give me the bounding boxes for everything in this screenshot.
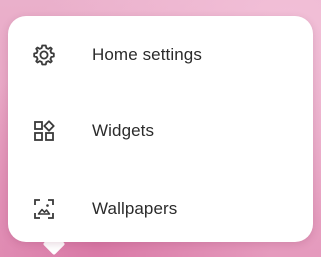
menu-item-wallpapers[interactable]: Wallpapers	[8, 177, 313, 241]
menu-item-widgets[interactable]: Widgets	[8, 99, 313, 163]
menu-item-label: Home settings	[92, 45, 202, 64]
popup-menu: Home settings Widgets Wallpapers	[8, 16, 313, 242]
gear-icon	[30, 41, 58, 69]
menu-item-label: Wallpapers	[92, 199, 178, 218]
menu-item-label: Widgets	[92, 121, 155, 140]
widgets-icon	[30, 117, 58, 145]
menu-item-home-settings[interactable]: Home settings	[8, 23, 313, 87]
wallpaper-icon	[30, 195, 58, 223]
